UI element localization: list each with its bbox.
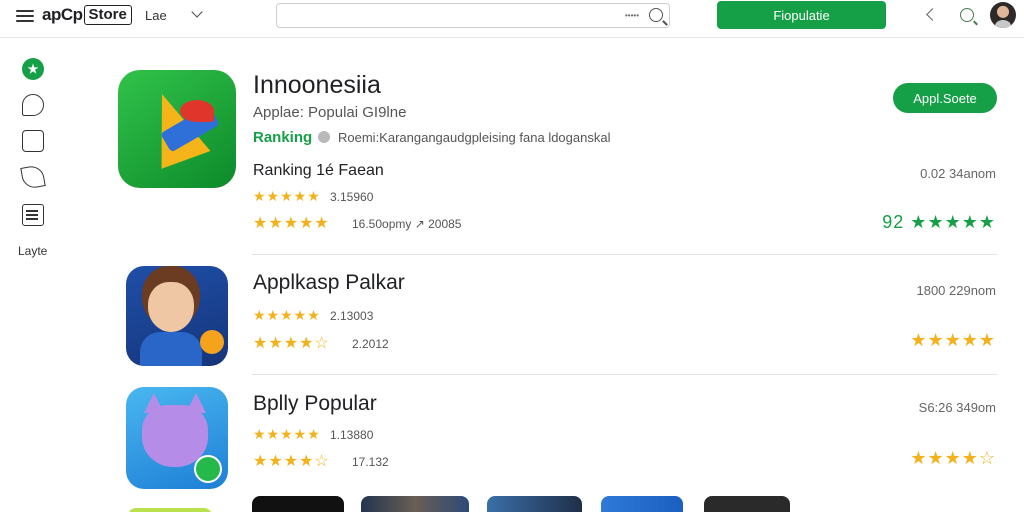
sidebar-item-home[interactable]: ★ <box>22 58 44 80</box>
app-right-stars-2: ★★★★☆ <box>910 448 996 468</box>
sidebar-label[interactable]: Layte <box>18 244 47 258</box>
search-input[interactable] <box>285 7 615 25</box>
back-icon[interactable] <box>926 8 939 21</box>
logo-text-b: Store <box>83 5 132 25</box>
search-bar[interactable]: ••••• <box>276 3 670 28</box>
divider <box>252 374 997 375</box>
featured-rating: 3.15960 <box>330 190 374 204</box>
app-title-2[interactable]: Bplly Popular <box>253 392 377 416</box>
app-stars-secondary-2: ★★★★☆ <box>253 453 330 470</box>
search-hint: ••••• <box>625 11 640 20</box>
top-bar: apCp Store Lae ••••• Fiopulatie <box>0 0 1024 38</box>
search-icon[interactable] <box>649 8 663 22</box>
thumbnail[interactable] <box>704 496 790 512</box>
language-selector[interactable]: Lae <box>145 8 167 23</box>
info-icon[interactable] <box>318 131 330 143</box>
home-icon: ★ <box>27 62 39 76</box>
app-rating-secondary-1: 2.2012 <box>352 337 389 351</box>
apps-icon[interactable] <box>22 130 44 152</box>
logo-text-a: apCp <box>42 5 83 24</box>
app-store-button[interactable]: Appl.Soete <box>893 83 997 113</box>
app-stars-2: ★★★★★ <box>253 426 321 442</box>
menu-icon[interactable] <box>16 7 34 25</box>
featured-stars: ★★★★★ <box>253 188 321 204</box>
thumbnail[interactable] <box>252 496 344 512</box>
featured-app-subtitle: Applae: Populai GI9lne <box>253 104 407 121</box>
app-icon-2[interactable] <box>126 387 228 489</box>
featured-rank-detail: Roemi:Karangangaudgpleising fana ldogans… <box>338 130 611 145</box>
app-stars-1: ★★★★★ <box>253 307 321 323</box>
app-right-stars-1: ★★★★★ <box>910 330 996 350</box>
divider <box>252 254 997 255</box>
chat-icon[interactable] <box>22 94 44 116</box>
zoom-icon[interactable] <box>960 8 974 22</box>
news-icon[interactable] <box>22 204 44 226</box>
thumbnail[interactable] <box>128 508 212 512</box>
thumbnail[interactable] <box>361 496 469 512</box>
app-rating-secondary-2: 17.132 <box>352 455 389 469</box>
app-stars-secondary-1: ★★★★☆ <box>253 335 330 352</box>
leaf-icon[interactable] <box>20 164 46 190</box>
app-title-1[interactable]: Applkasp Palkar <box>253 271 405 295</box>
avatar[interactable] <box>990 2 1016 28</box>
app-rating-1: 2.13003 <box>330 309 374 323</box>
app-logo[interactable]: apCp Store <box>42 4 132 26</box>
featured-ranking-line: Ranking 1é Faean <box>253 162 384 179</box>
chevron-down-icon[interactable] <box>191 6 203 18</box>
popular-button[interactable]: Fiopulatie <box>717 1 886 29</box>
app-right-meta-2: S6:26 349om <box>918 400 996 415</box>
featured-app-icon[interactable] <box>118 70 236 188</box>
sidebar: ★ Layte <box>0 40 70 512</box>
app-right-meta-1: 1800 229nom <box>916 283 996 298</box>
featured-app-title[interactable]: Innoonesiia <box>253 71 381 100</box>
featured-rank-label: Ranking <box>253 129 313 146</box>
featured-meta: 16.50opmy ↗ 20085 <box>352 217 462 231</box>
thumbnail[interactable] <box>601 496 683 512</box>
thumbnail[interactable] <box>487 496 582 512</box>
app-icon-1[interactable] <box>126 266 228 366</box>
featured-stars-secondary: ★★★★★ <box>253 215 330 232</box>
app-rating-2: 1.13880 <box>330 428 374 442</box>
featured-right-meta: 0.02 34anom <box>920 166 996 181</box>
featured-right-stars: 92 ★★★★★ <box>882 212 996 232</box>
